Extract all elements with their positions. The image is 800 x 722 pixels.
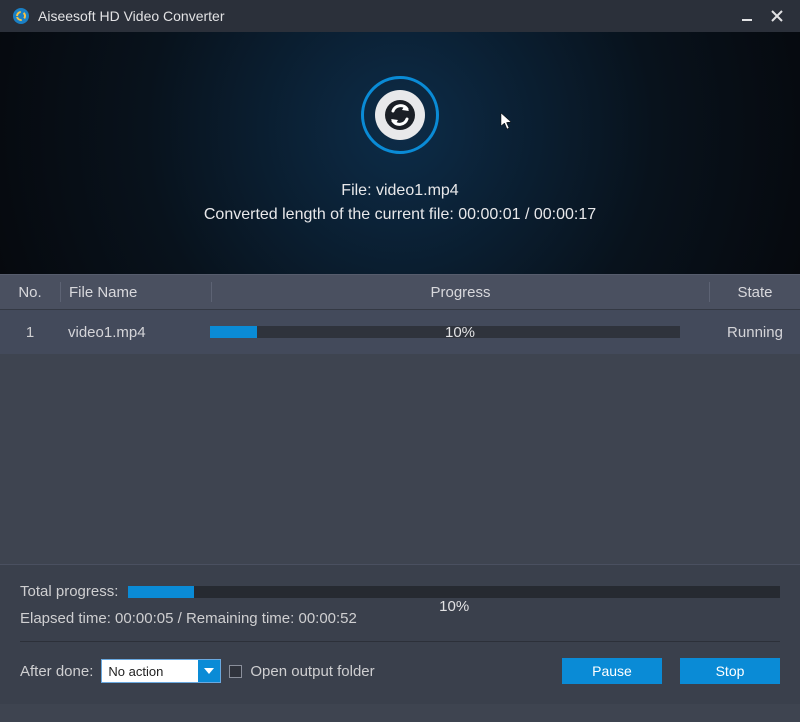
row-filename: video1.mp4 [60,324,210,341]
conversion-status-panel: File: video1.mp4 Converted length of the… [0,32,800,274]
total-progress-bar: 10% [128,586,780,598]
total-progress-fill [128,586,193,598]
open-output-checkbox[interactable] [229,665,242,678]
row-progress-label: 10% [210,324,710,341]
stop-button[interactable]: Stop [680,658,780,684]
col-header-state: State [710,284,800,301]
open-output-label: Open output folder [250,663,374,680]
col-header-no: No. [0,284,60,301]
current-file-label: File: video1.mp4 [341,182,458,200]
col-header-progress: Progress [212,284,709,301]
cursor-icon [500,112,514,135]
total-progress-label: Total progress: [20,583,118,600]
file-table-header: No. File Name Progress State [0,274,800,310]
row-progress: 10% [210,326,710,338]
convert-icon [361,76,439,154]
total-progress-pct: 10% [128,598,780,615]
after-done-label: After done: [20,663,93,680]
after-done-select[interactable]: No action [101,659,221,683]
minimize-button[interactable] [736,5,758,27]
close-button[interactable] [766,5,788,27]
converted-length-label: Converted length of the current file: 00… [204,206,596,224]
col-header-name: File Name [61,284,211,301]
chevron-down-icon [198,660,220,682]
table-row[interactable]: 1 video1.mp4 10% Running [0,310,800,354]
pause-button[interactable]: Pause [562,658,662,684]
row-state: Running [710,324,800,341]
footer-panel: Total progress: 10% Elapsed time: 00:00:… [0,564,800,704]
after-done-value: No action [108,664,163,679]
titlebar: Aiseesoft HD Video Converter [0,0,800,32]
row-number: 1 [0,324,60,341]
app-logo-icon [12,7,30,25]
app-title: Aiseesoft HD Video Converter [38,8,225,24]
footer-divider [20,641,780,642]
file-list-empty-area [0,354,800,564]
